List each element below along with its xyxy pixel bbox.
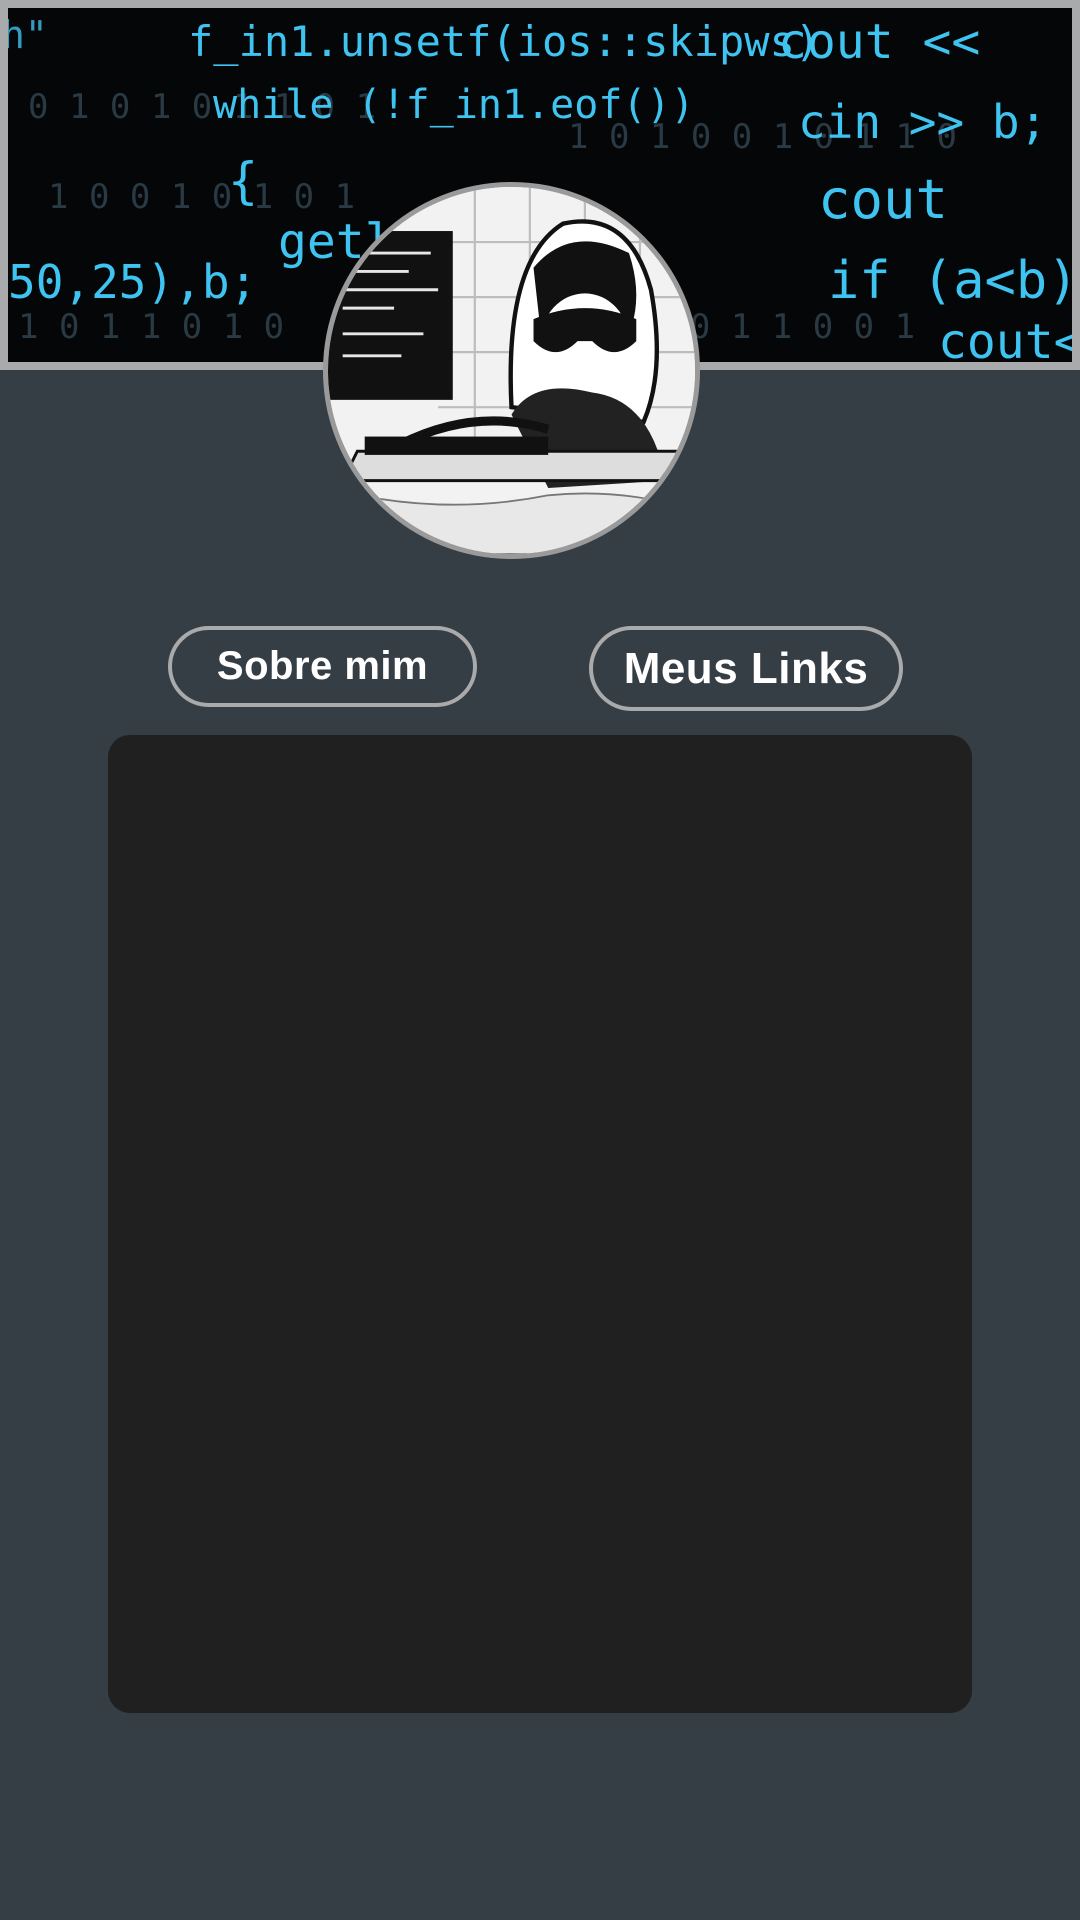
- profile-avatar: [323, 182, 700, 559]
- svg-text:f_in1.unsetf(ios::skipws): f_in1.unsetf(ios::skipws): [188, 17, 820, 66]
- svg-text:while (!f_in1.eof()): while (!f_in1.eof()): [213, 82, 695, 128]
- svg-text:{: {: [228, 152, 258, 210]
- svg-text:cin >> b;: cin >> b;: [798, 95, 1047, 149]
- svg-text:cout <<: cout <<: [778, 14, 980, 70]
- svg-text:if (a<b): if (a<b): [828, 251, 1072, 311]
- svg-text:cout<<: cout<<: [938, 314, 1072, 362]
- svg-text:1 0 0 1 0 1 0 1: 1 0 0 1 0 1 0 1: [48, 177, 355, 217]
- svg-text:cout: cout: [818, 168, 948, 231]
- my-links-button[interactable]: Meus Links: [589, 626, 903, 711]
- svg-text:h": h": [8, 13, 48, 57]
- about-me-button[interactable]: Sobre mim: [168, 626, 477, 707]
- hacker-avatar-image: [328, 187, 695, 554]
- content-panel: [108, 735, 972, 1713]
- svg-text:1 0 1 1 0 1 0: 1 0 1 1 0 1 0: [18, 307, 284, 347]
- svg-text:50,25),b;: 50,25),b;: [8, 255, 257, 309]
